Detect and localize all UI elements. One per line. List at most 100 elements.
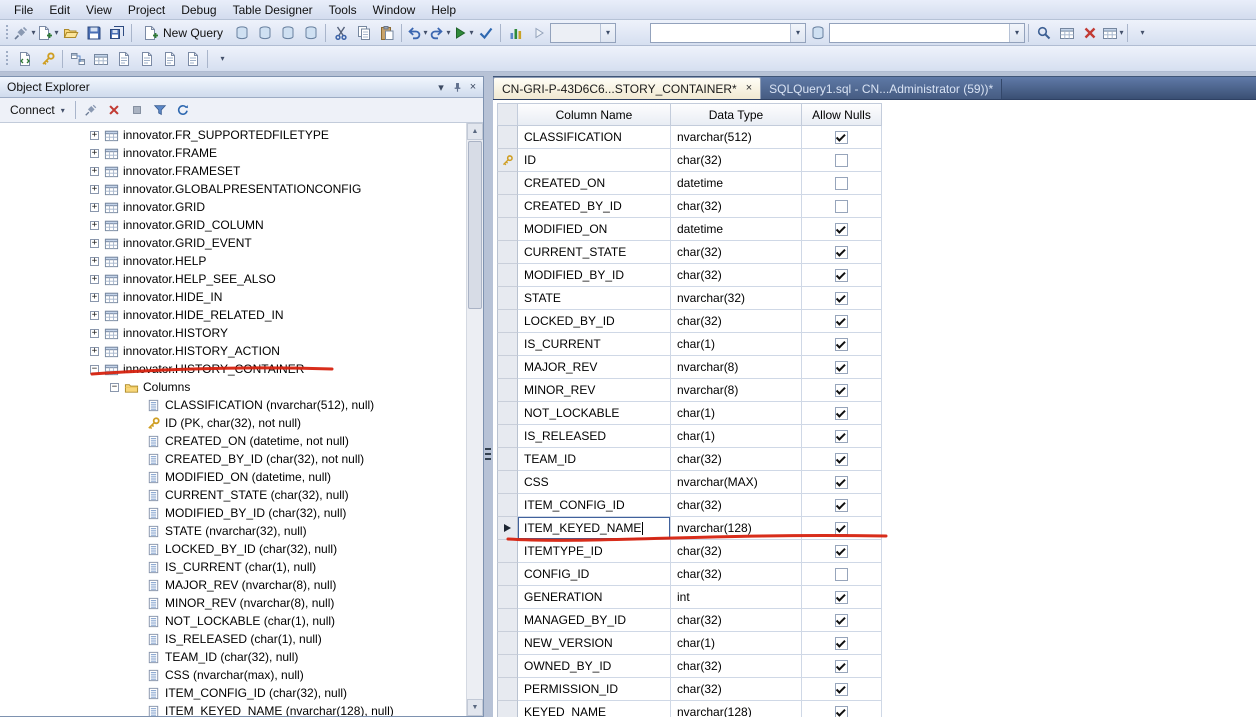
- tree-item-id-pk-char-32-not-null[interactable]: ID (PK, char(32), not null): [0, 414, 466, 432]
- data-type-cell[interactable]: char(32): [671, 494, 802, 517]
- tree-item-innovator-hide-in[interactable]: + innovator.HIDE_IN: [0, 288, 466, 306]
- expand-icon[interactable]: +: [90, 220, 99, 230]
- tree-scrollbar[interactable]: ▲ ▼: [466, 123, 483, 716]
- data-type-cell[interactable]: char(32): [671, 678, 802, 701]
- tree-item-not-lockable-char-1-null[interactable]: NOT_LOCKABLE (char(1), null): [0, 612, 466, 630]
- allow-nulls-checkbox[interactable]: [835, 314, 848, 328]
- row-indicator-cell[interactable]: [497, 425, 518, 448]
- allow-nulls-checkbox[interactable]: [835, 567, 848, 581]
- expand-icon[interactable]: +: [90, 256, 99, 266]
- data-type-cell[interactable]: nvarchar(8): [671, 379, 802, 402]
- tree-item-classification-nvarchar-512-null[interactable]: CLASSIFICATION (nvarchar(512), null): [0, 396, 466, 414]
- column-name-cell[interactable]: IS_RELEASED: [518, 425, 671, 448]
- expand-icon[interactable]: +: [90, 310, 99, 320]
- tree-item-state-nvarchar-32-null[interactable]: STATE (nvarchar(32), null): [0, 522, 466, 540]
- tree-item-innovator-grid-event[interactable]: + innovator.GRID_EVENT: [0, 234, 466, 252]
- tree-item-created-on-datetime-not-null[interactable]: CREATED_ON (datetime, not null): [0, 432, 466, 450]
- menu-item-help[interactable]: Help: [423, 1, 464, 19]
- disconnect-button[interactable]: [104, 100, 124, 120]
- tree-item-innovator-help-see-also[interactable]: + innovator.HELP_SEE_ALSO: [0, 270, 466, 288]
- expand-icon[interactable]: +: [90, 130, 99, 140]
- column-name-cell[interactable]: OWNED_BY_ID: [518, 655, 671, 678]
- menu-item-debug[interactable]: Debug: [173, 1, 224, 19]
- toolbar-grip[interactable]: [5, 24, 9, 41]
- toolbar-overflow-icon[interactable]: ▾: [1131, 22, 1154, 44]
- data-type-cell[interactable]: char(32): [671, 241, 802, 264]
- play-outline-button[interactable]: [527, 22, 550, 44]
- column-name-cell[interactable]: ID: [518, 149, 671, 172]
- column-name-cell[interactable]: ITEMTYPE_ID: [518, 540, 671, 563]
- data-type-cell[interactable]: nvarchar(512): [671, 126, 802, 149]
- tab-close-icon[interactable]: ×: [746, 83, 752, 94]
- save-button[interactable]: [82, 22, 105, 44]
- column-name-cell[interactable]: MAJOR_REV: [518, 356, 671, 379]
- tree-item-locked-by-id-char-32-null[interactable]: LOCKED_BY_ID (char(32), null): [0, 540, 466, 558]
- row-indicator-cell[interactable]: [497, 471, 518, 494]
- row-indicator-cell[interactable]: [497, 264, 518, 287]
- chevron-down-icon[interactable]: ▾: [424, 28, 428, 37]
- row-indicator-cell[interactable]: [497, 632, 518, 655]
- tree-item-current-state-char-32-null[interactable]: CURRENT_STATE (char(32), null): [0, 486, 466, 504]
- allow-nulls-checkbox[interactable]: [835, 130, 848, 144]
- collapse-icon[interactable]: −: [90, 364, 99, 374]
- allow-nulls-checkbox[interactable]: [835, 337, 848, 351]
- allow-nulls-checkbox[interactable]: [835, 383, 848, 397]
- menu-item-table-designer[interactable]: Table Designer: [225, 1, 321, 19]
- refresh-button[interactable]: [173, 100, 193, 120]
- database-engine-query-button[interactable]: [230, 22, 253, 44]
- tree-item-innovator-hide-related-in[interactable]: + innovator.HIDE_RELATED_IN: [0, 306, 466, 324]
- allow-nulls-checkbox[interactable]: [835, 636, 848, 650]
- data-type-cell[interactable]: char(32): [671, 264, 802, 287]
- data-type-cell[interactable]: char(1): [671, 632, 802, 655]
- expand-icon[interactable]: +: [90, 202, 99, 212]
- allow-nulls-checkbox[interactable]: [835, 268, 848, 282]
- data-type-cell[interactable]: datetime: [671, 172, 802, 195]
- expand-icon[interactable]: +: [90, 184, 99, 194]
- scroll-up-icon[interactable]: ▲: [467, 123, 483, 140]
- new-connection-button[interactable]: ▾: [13, 22, 36, 44]
- tree-item-innovator-history-container[interactable]: − innovator.HISTORY_CONTAINER: [0, 360, 466, 378]
- tree-item-team-id-char-32-null[interactable]: TEAM_ID (char(32), null): [0, 648, 466, 666]
- tree-item-innovator-help[interactable]: + innovator.HELP: [0, 252, 466, 270]
- column-name-cell[interactable]: CREATED_BY_ID: [518, 195, 671, 218]
- row-indicator-cell[interactable]: [497, 356, 518, 379]
- expand-icon[interactable]: +: [90, 148, 99, 158]
- menu-item-edit[interactable]: Edit: [41, 1, 78, 19]
- allow-nulls-checkbox[interactable]: [835, 590, 848, 604]
- tree-item-modified-on-datetime-null[interactable]: MODIFIED_ON (datetime, null): [0, 468, 466, 486]
- chevron-down-icon[interactable]: ▾: [54, 28, 58, 37]
- data-type-cell[interactable]: int: [671, 586, 802, 609]
- menu-item-window[interactable]: Window: [365, 1, 424, 19]
- row-indicator-cell[interactable]: [497, 563, 518, 586]
- allow-nulls-checkbox[interactable]: [835, 544, 848, 558]
- allow-nulls-checkbox[interactable]: [835, 245, 848, 259]
- tree-item-innovator-fr-supportedfiletype[interactable]: + innovator.FR_SUPPORTEDFILETYPE: [0, 126, 466, 144]
- tree-item-innovator-frame[interactable]: + innovator.FRAME: [0, 144, 466, 162]
- stop-button[interactable]: [127, 100, 147, 120]
- column-name-cell[interactable]: PERMISSION_ID: [518, 678, 671, 701]
- chevron-down-icon[interactable]: ▾: [31, 28, 35, 37]
- tree-item-innovator-grid-column[interactable]: + innovator.GRID_COLUMN: [0, 216, 466, 234]
- analysis-mdx-query-button[interactable]: [253, 22, 276, 44]
- connect-button[interactable]: Connect ▾: [5, 101, 70, 119]
- row-indicator-cell[interactable]: [497, 586, 518, 609]
- expand-icon[interactable]: +: [90, 274, 99, 284]
- column-name-cell[interactable]: MANAGED_BY_ID: [518, 609, 671, 632]
- collapse-icon[interactable]: −: [110, 382, 119, 392]
- parse-button[interactable]: [474, 22, 497, 44]
- expand-icon[interactable]: +: [90, 346, 99, 356]
- menu-item-view[interactable]: View: [78, 1, 120, 19]
- registered-servers-button[interactable]: [806, 22, 829, 44]
- combobox-dropdown-icon[interactable]: ▾: [600, 23, 616, 42]
- grid-column-header-column-name[interactable]: Column Name: [518, 103, 671, 126]
- row-indicator-cell[interactable]: [497, 402, 518, 425]
- paste-button[interactable]: [375, 22, 398, 44]
- allow-nulls-checkbox[interactable]: [835, 475, 848, 489]
- manage-indexes-keys-button[interactable]: [89, 48, 112, 70]
- grid-column-header-allow-nulls[interactable]: Allow Nulls: [802, 103, 882, 126]
- window-position-icon[interactable]: ▾: [433, 79, 449, 95]
- combobox-dropdown-icon[interactable]: ▾: [1009, 23, 1025, 42]
- data-type-cell[interactable]: nvarchar(8): [671, 356, 802, 379]
- open-file-button[interactable]: [59, 22, 82, 44]
- column-name-cell[interactable]: MODIFIED_BY_ID: [518, 264, 671, 287]
